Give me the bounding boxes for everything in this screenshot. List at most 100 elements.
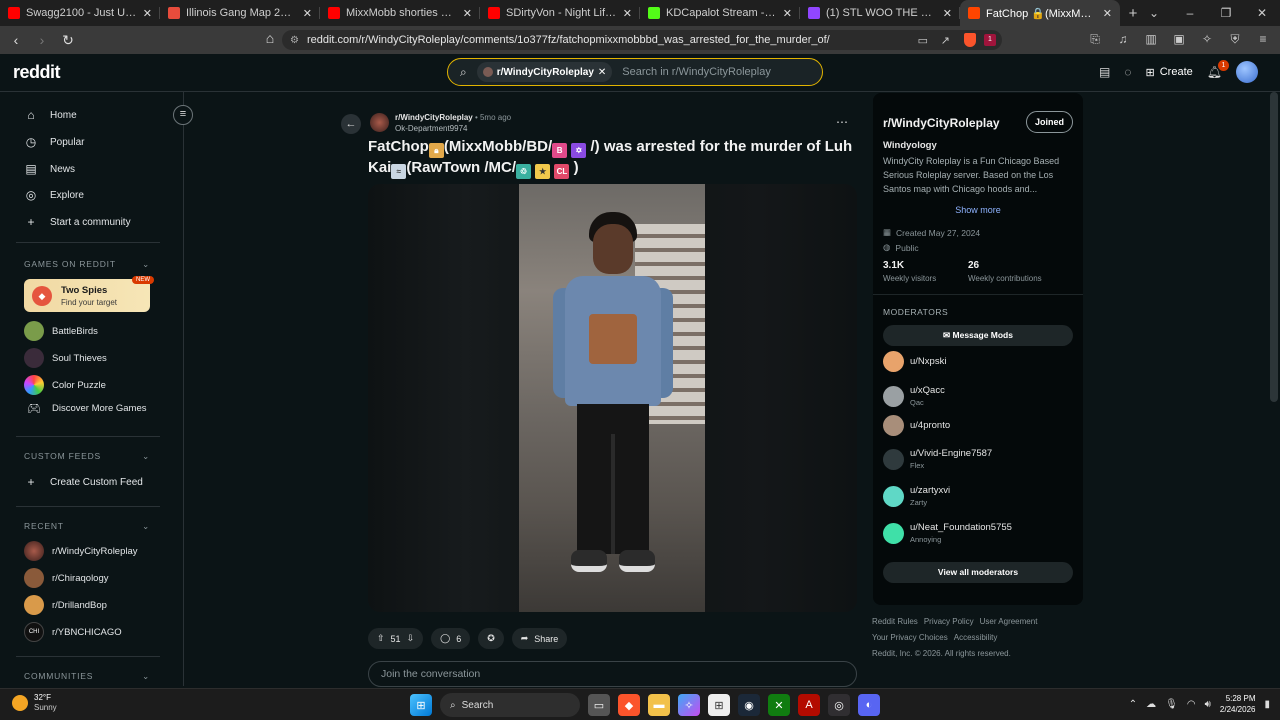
clock[interactable]: 5:28 PM 2/24/2026 (1220, 693, 1256, 715)
search-input[interactable]: Search in r/WindyCityRoleplay (622, 66, 771, 78)
share-page-icon[interactable]: ↗ (941, 34, 950, 47)
nav-popular[interactable]: ◷ Popular (24, 135, 85, 149)
joined-button[interactable]: Joined (1026, 111, 1073, 133)
install-icon[interactable]: ▭ (918, 34, 928, 47)
subreddit-name[interactable]: r/WindyCityRoleplay (883, 116, 1000, 130)
wifi-icon[interactable]: ◠ (1187, 699, 1196, 710)
game-soul-thieves[interactable]: Soul Thieves (24, 348, 107, 368)
notifications-button[interactable]: 🔔︎ 1 (1207, 60, 1229, 79)
vpn-icon[interactable]: ⛨ (1226, 30, 1244, 48)
copilot-icon[interactable]: ✧ (678, 694, 700, 716)
acrobat-icon[interactable]: A (798, 694, 820, 716)
footer-link[interactable]: Accessibility (954, 633, 998, 642)
moderator-item[interactable]: u/xQacc Qac (883, 385, 945, 407)
tray-overflow-icon[interactable]: ⌃ (1129, 699, 1137, 710)
moderator-item[interactable]: u/4pronto (883, 415, 950, 436)
share-button[interactable]: ➦ Share (511, 628, 568, 649)
browser-tab[interactable]: MixxMobb shorties seen on clubhou ✕ (320, 0, 480, 26)
subreddit-search-chip[interactable]: r/WindyCityRoleplay ✕ (476, 62, 613, 82)
nav-explore[interactable]: ◎ Explore (24, 188, 84, 202)
moderator-item[interactable]: u/Nxpski (883, 351, 946, 372)
communities-header[interactable]: COMMUNITIES ⌄ (24, 671, 150, 682)
brave-rewards-icon[interactable]: 1 (984, 34, 996, 46)
browser-tab[interactable]: KDCapalot Stream - Watch Live o ✕ (640, 0, 800, 26)
advertise-icon[interactable]: ▤ (1099, 65, 1110, 79)
steam-icon[interactable]: ◉ (738, 694, 760, 716)
recent-drillandbop[interactable]: r/DrillandBop (24, 595, 107, 615)
recent-header[interactable]: RECENT ⌄ (24, 521, 150, 532)
nav-news[interactable]: ▤ News (24, 162, 75, 176)
close-tab-icon[interactable]: ✕ (143, 7, 152, 20)
footer-link[interactable]: Your Privacy Choices (872, 633, 948, 642)
chip-close-icon[interactable]: ✕ (598, 67, 606, 78)
maximize-button[interactable]: ❐ (1208, 6, 1244, 20)
close-tab-icon[interactable]: ✕ (783, 7, 792, 20)
show-more-link[interactable]: Show more (873, 205, 1083, 215)
search-bar[interactable]: ⌕ r/WindyCityRoleplay ✕ Search in r/Wind… (447, 58, 823, 86)
nav-start-community[interactable]: + Start a community (24, 215, 130, 229)
moderator-item[interactable]: u/zartyxvi Zarty (883, 485, 950, 507)
close-tab-icon[interactable]: ✕ (943, 7, 952, 20)
task-view-icon[interactable]: ▭ (588, 694, 610, 716)
discord-icon[interactable]: ◐ (858, 694, 880, 716)
browser-tab[interactable]: Swagg2100 - Just Us (Official Video) ✕ (0, 0, 160, 26)
moderator-item[interactable]: u/Vivid-Engine7587 Flex (883, 448, 992, 470)
close-window-button[interactable]: ✕ (1244, 6, 1280, 20)
forward-icon[interactable]: › (32, 32, 52, 48)
collapse-tabs-icon[interactable]: ⌄ (1136, 6, 1172, 20)
xbox-icon[interactable]: ✕ (768, 694, 790, 716)
collapse-sidebar-button[interactable]: ≡ (173, 105, 193, 125)
minimize-button[interactable]: – (1172, 6, 1208, 20)
close-tab-icon[interactable]: ✕ (1103, 7, 1112, 20)
bookmark-icon[interactable]: ⌂ (260, 30, 280, 46)
sidebar-toggle-icon[interactable]: ▥ (1142, 30, 1160, 48)
footer-link[interactable]: Reddit Rules (872, 617, 918, 626)
discover-more-games[interactable]: 🎮︎ Discover More Games (24, 402, 146, 415)
close-tab-icon[interactable]: ✕ (463, 7, 472, 20)
user-avatar[interactable] (1236, 61, 1258, 83)
back-icon[interactable]: ‹ (6, 32, 26, 48)
nav-home[interactable]: ⌂ Home (24, 108, 76, 122)
game-color-puzzle[interactable]: Color Puzzle (24, 375, 106, 395)
footer-link[interactable]: Privacy Policy (924, 617, 974, 626)
two-spies-game-card[interactable]: ◆ Two Spies Find your target NEW (24, 276, 154, 312)
footer-link[interactable]: User Agreement (980, 617, 1038, 626)
downvote-icon[interactable]: ⇩ (407, 633, 415, 644)
browser-tab[interactable]: SDirtyVon - Night Life (Official Music ✕ (480, 0, 640, 26)
chat-icon[interactable]: ◌ (1124, 65, 1131, 79)
obs-icon[interactable]: ◎ (828, 694, 850, 716)
volume-icon[interactable]: 🔊︎ (1205, 699, 1211, 710)
custom-feeds-header[interactable]: CUSTOM FEEDS ⌄ (24, 451, 150, 462)
leo-ai-icon[interactable]: ✧ (1198, 30, 1216, 48)
more-options-icon[interactable]: ⋯ (836, 115, 848, 129)
reload-icon[interactable]: ↻ (58, 32, 78, 49)
close-tab-icon[interactable]: ✕ (623, 7, 632, 20)
store-icon[interactable]: ⊞ (708, 694, 730, 716)
close-tab-icon[interactable]: ✕ (303, 7, 312, 20)
brave-shield-icon[interactable] (964, 33, 976, 47)
moderator-item[interactable]: u/Neat_Foundation5755 Annoying (883, 522, 1012, 544)
post-author[interactable]: Ok-Department9974 (395, 124, 467, 133)
windows-start-icon[interactable]: ⊞ (410, 694, 432, 716)
reddit-logo[interactable]: reddit (13, 62, 61, 83)
comment-input[interactable]: Join the conversation (368, 661, 857, 687)
post-subreddit[interactable]: r/WindyCityRoleplay • 5mo ago (395, 113, 511, 122)
browser-tab[interactable]: FatChop 🔒(MixxMobb/BD/🅱️🔯... ✕ (960, 0, 1120, 26)
view-all-moderators-button[interactable]: View all moderators (883, 562, 1073, 583)
recent-windycityroleplay[interactable]: r/WindyCityRoleplay (24, 541, 138, 561)
menu-icon[interactable]: ≡ (1254, 30, 1272, 48)
url-field[interactable]: ⚙ reddit.com/r/WindyCityRoleplay/comment… (282, 30, 1002, 50)
microphone-icon[interactable]: 🎙︎ (1165, 699, 1178, 710)
subreddit-avatar[interactable] (370, 113, 389, 132)
browser-tab[interactable]: Illinois Gang Map 2026 (Chicago & S ✕ (160, 0, 320, 26)
wallet-icon[interactable]: ▣ (1170, 30, 1188, 48)
award-button[interactable]: ✪ (478, 628, 504, 649)
back-to-feed-button[interactable]: ← (341, 114, 361, 134)
subreddit-link[interactable]: r/WindyCityRoleplay (395, 113, 473, 122)
create-button[interactable]: ⊞ Create (1146, 66, 1193, 79)
comments-button[interactable]: ◯ 6 (431, 628, 471, 649)
browser-tab[interactable]: (1) STL WOO THE DRILL ERA RP - Tw ✕ (800, 0, 960, 26)
weather-widget[interactable]: 32°F Sunny (12, 693, 57, 713)
game-battlebirds[interactable]: BattleBirds (24, 321, 98, 341)
file-explorer-icon[interactable]: ▬ (648, 694, 670, 716)
